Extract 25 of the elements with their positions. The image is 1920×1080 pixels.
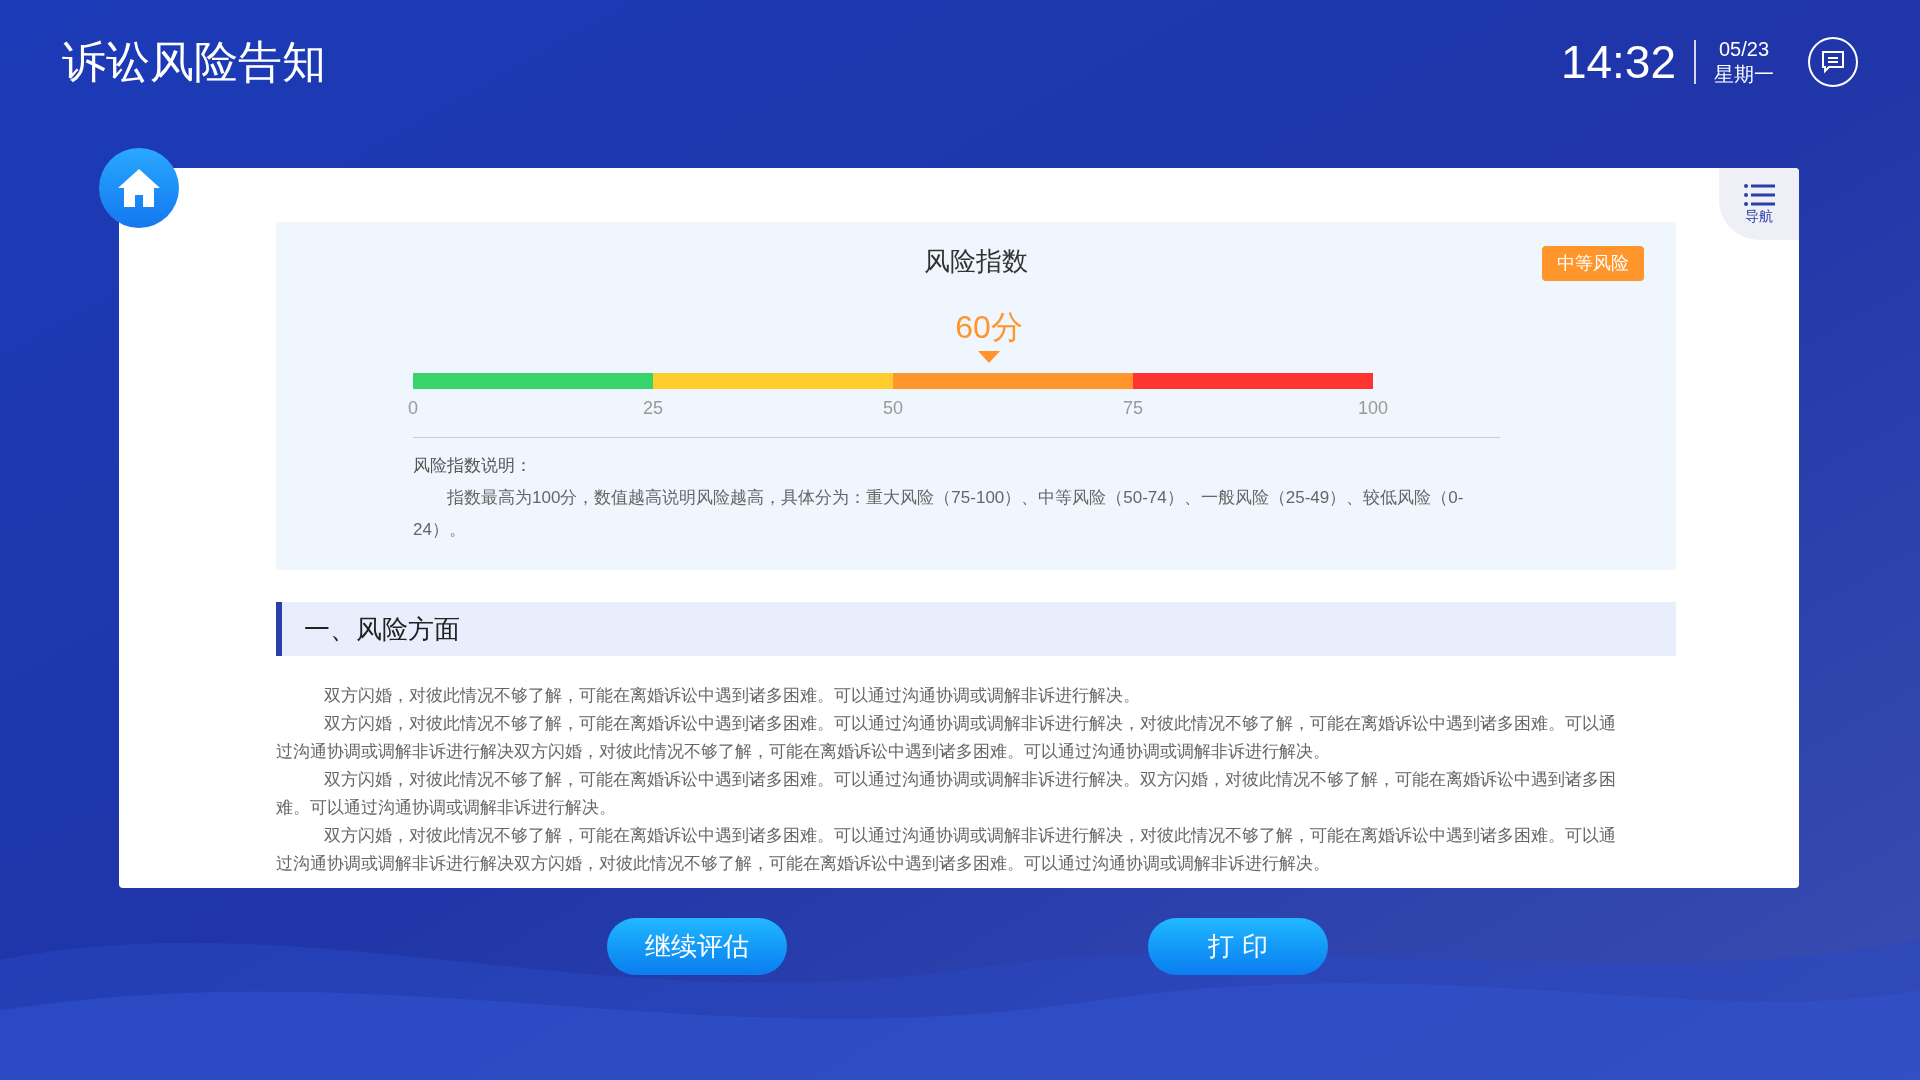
clock-time: 14:32	[1560, 34, 1676, 90]
home-icon	[116, 167, 162, 209]
scale-tick-label: 75	[1123, 397, 1143, 420]
paragraph-text: 双方闪婚，对彼此情况不够了解，可能在离婚诉讼中遇到诸多困难。可以通过沟通协调或调解非诉进行解决，对彼此情况不够了解，可能在离婚诉讼中遇到诸多困难。可以通过沟通协调或调解非诉进行解决双方闪婚，对彼此情况不够了解，可能在离婚诉讼中遇到诸多困难。可以通过沟通协调或调解非诉进行解决。	[276, 825, 1617, 875]
action-button[interactable]: 继续评估	[607, 918, 787, 975]
list-icon	[1743, 182, 1775, 209]
panel-title: 风险指数	[924, 245, 1028, 278]
scale-tick-label: 25	[643, 397, 663, 420]
scale-tick-label: 100	[1358, 397, 1388, 420]
note-text: 指数最高为100分，数值越高说明风险越高，具体分为：重大风险（75-100）、中等风险（50-74）、一般风险（25-49）、较低风险（0-24）。	[413, 487, 1465, 541]
weekday-text: 星期一	[1714, 62, 1774, 87]
page-title: 诉讼风险告知	[62, 36, 326, 88]
note-title: 风险指数说明：	[413, 455, 533, 477]
paragraph-text: 双方闪婚，对彼此情况不够了解，可能在离婚诉讼中遇到诸多困难。可以通过沟通协调或调解非诉进行解决，对彼此情况不够了解，可能在离婚诉讼中遇到诸多困难。可以通过沟通协调或调解非诉进行解决双方闪婚，对彼此情况不够了解，可能在离婚诉讼中遇到诸多困难。可以通过沟通协调或调解非诉进行解决。	[276, 713, 1617, 763]
scale-tick-label: 0	[408, 397, 418, 420]
date-text: 05/23	[1718, 37, 1770, 62]
section-heading: 一、风险方面	[304, 612, 460, 646]
chat-icon	[1820, 50, 1846, 74]
score-text: 60分	[955, 309, 1023, 345]
message-button[interactable]	[1808, 37, 1858, 87]
scale-tick-label: 50	[883, 397, 903, 420]
risk-badge: 中等风险	[1542, 246, 1644, 281]
paragraph-text: 双方闪婚，对彼此情况不够了解，可能在离婚诉讼中遇到诸多困难。可以通过沟通协调或调解非诉进行解决。	[322, 685, 1141, 707]
paragraph-text: 双方闪婚，对彼此情况不够了解，可能在离婚诉讼中遇到诸多困难。可以通过沟通协调或调解非诉进行解决。双方闪婚，对彼此情况不够了解，可能在离婚诉讼中遇到诸多困难。可以通过沟通协调或调解非诉进行解决。	[276, 769, 1617, 819]
action-button[interactable]: 打 印	[1148, 918, 1328, 975]
